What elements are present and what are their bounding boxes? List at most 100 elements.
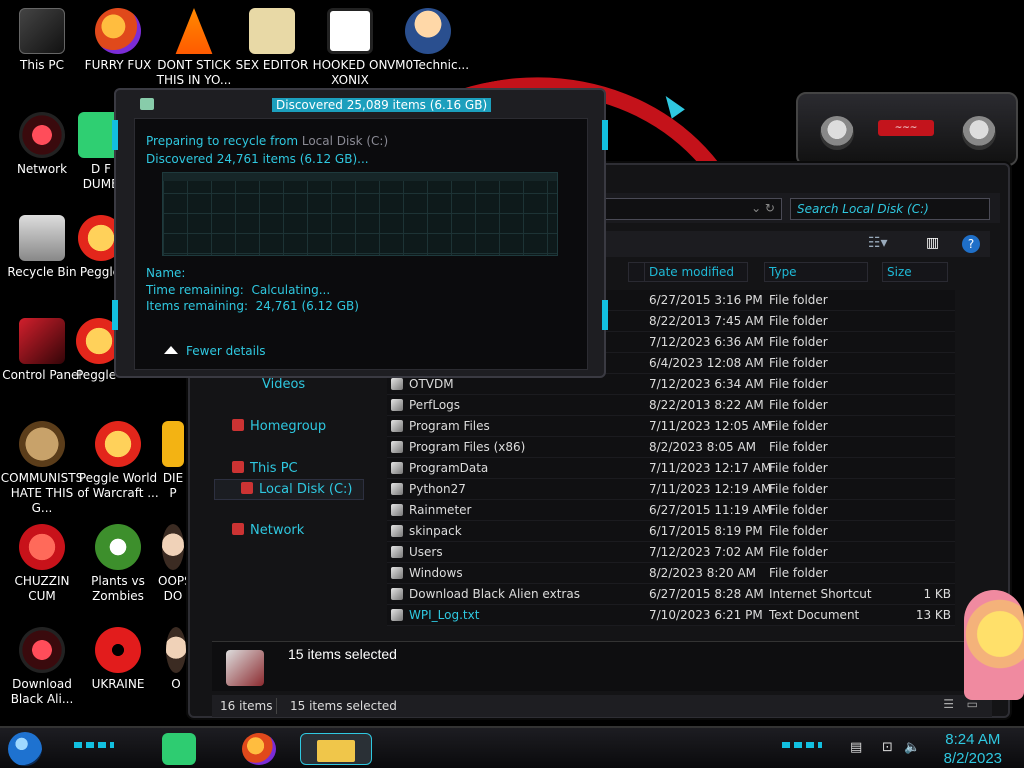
desktop-icon-label: VM0Technic... <box>386 58 470 72</box>
file-date: 7/11/2023 12:19 AM <box>649 482 772 496</box>
file-type: File folder <box>769 398 828 412</box>
desktop-icon-furry-fux[interactable]: FURRY FUX <box>76 8 160 73</box>
file-name: Windows <box>409 566 463 580</box>
table-row[interactable]: Program Files (x86) 8/2/2023 8:05 AM File … <box>387 437 955 458</box>
file-date: 8/2/2023 8:20 AM <box>649 566 757 580</box>
file-icon <box>391 588 403 600</box>
desktop-icon-network[interactable]: Network <box>0 112 84 177</box>
file-type: File folder <box>769 566 828 580</box>
desktop: This PC FURRY FUX DONT STICK THIS IN YO.… <box>0 0 1024 768</box>
file-date: 6/27/2015 3:16 PM <box>649 293 763 307</box>
table-row[interactable]: Users 7/12/2023 7:02 AM File folder <box>387 542 955 563</box>
column-header-date[interactable]: Date modified <box>644 262 748 282</box>
desktop-icon-label: Control Panel <box>2 368 82 382</box>
file-date: 8/22/2013 7:45 AM <box>649 314 764 328</box>
preparing-source: Local Disk (C:) <box>301 134 389 148</box>
column-header-size[interactable]: Size <box>882 262 948 282</box>
desktop-icon-label: DONT STICK THIS IN YO... <box>156 58 232 87</box>
start-button[interactable] <box>8 732 42 766</box>
desktop-icon-oops[interactable]: OOPS DO <box>158 524 192 604</box>
address-bar[interactable]: ⌄ ↻ <box>600 198 782 220</box>
drive-icon <box>241 482 253 494</box>
file-icon <box>391 420 403 432</box>
search-input[interactable]: Search Local Disk (C:) <box>790 198 990 220</box>
taskbar-firefox-icon[interactable] <box>242 733 276 765</box>
taskbar-notes-app-icon[interactable] <box>162 733 196 765</box>
nav-item-videos[interactable]: Videos <box>262 377 305 392</box>
nav-item-network[interactable]: Network <box>232 523 304 538</box>
file-name: ProgramData <box>409 461 489 475</box>
file-name: Download Black Alien extras <box>409 587 580 601</box>
firefox-icon <box>95 8 141 54</box>
preparing-line: Preparing to recycle from Local Disk (C:… <box>146 134 388 148</box>
table-row[interactable]: ProgramData 7/11/2023 12:17 AM File folder <box>387 458 955 479</box>
time-remaining-value: Calculating... <box>251 283 331 297</box>
table-row[interactable]: skinpack 6/17/2015 8:19 PM File folder <box>387 521 955 542</box>
volume-icon[interactable]: 🔈 <box>904 740 920 755</box>
frame-accent <box>602 300 608 330</box>
file-type: File folder <box>769 503 828 517</box>
desktop-icon-communists[interactable]: COMMUNISTS HATE THIS G... <box>0 421 84 516</box>
details-view-icon[interactable]: ☰ <box>943 697 954 711</box>
table-row[interactable]: WPI_Log.txt 7/10/2023 6:21 PM Text Documen… <box>387 605 955 626</box>
alien-logo: ~~~ <box>878 120 934 136</box>
desktop-icon-this-pc[interactable]: This PC <box>0 8 84 73</box>
time-remaining-line: Time remaining: Calculating... <box>146 283 330 297</box>
system-clock[interactable]: 8:24 AM 8/2/2023 <box>944 730 1002 768</box>
desktop-icon-xonix[interactable]: HOOKED ON XONIX <box>308 8 392 88</box>
desktop-icon-peggle-wow[interactable]: Peggle World of Warcraft ... <box>76 421 160 501</box>
items-remaining-value: 24,761 (6.12 GB) <box>255 299 359 313</box>
desktop-icon-label: HOOKED ON XONIX <box>312 58 388 87</box>
nav-label: Local Disk (C:) <box>259 482 353 497</box>
view-options-icon[interactable]: ☷▾ <box>868 235 888 251</box>
status-divider <box>276 698 277 714</box>
desktop-icon-die[interactable]: DIE P <box>158 421 188 501</box>
file-date: 6/17/2015 8:19 PM <box>649 524 763 538</box>
table-row[interactable]: Rainmeter 6/27/2015 11:19 AM File folder <box>387 500 955 521</box>
table-row[interactable]: Windows 8/2/2023 8:20 AM File folder <box>387 563 955 584</box>
plants-icon <box>95 524 141 570</box>
network-tray-icon[interactable]: ⊡ <box>882 740 893 755</box>
hxd-icon <box>249 8 295 54</box>
file-date: 6/27/2015 11:19 AM <box>649 503 772 517</box>
pc-icon <box>19 8 65 54</box>
desktop-icon-recycle-bin[interactable]: Recycle Bin <box>0 215 84 280</box>
desktop-icon-vm0technic[interactable]: VM0Technic... <box>386 8 470 73</box>
nav-item-local-disk[interactable]: Local Disk (C:) <box>214 479 364 500</box>
desktop-icon-chuzzin[interactable]: CHUZZIN CUM <box>0 524 84 604</box>
file-type: File folder <box>769 440 828 454</box>
nav-label: Network <box>250 523 305 538</box>
file-date: 7/11/2023 12:05 AM <box>649 419 772 433</box>
taskbar-file-explorer-icon[interactable] <box>300 733 372 765</box>
help-icon[interactable]: ? <box>962 235 980 253</box>
preview-pane-icon[interactable]: ▥ <box>926 235 939 251</box>
refresh-icon[interactable]: ⌄ ↻ <box>751 201 775 215</box>
desktop-icon-pvz[interactable]: Plants vs Zombies <box>76 524 160 604</box>
nav-item-this-pc[interactable]: This PC <box>232 461 298 476</box>
control-panel-icon <box>19 318 65 364</box>
table-row[interactable]: Program Files 7/11/2023 12:05 AM File fold… <box>387 416 955 437</box>
column-header-type[interactable]: Type <box>764 262 868 282</box>
desktop-icon-o[interactable]: O <box>162 627 190 692</box>
time-remaining-label: Time remaining: <box>146 283 244 297</box>
nav-item-homegroup[interactable]: Homegroup <box>232 419 326 434</box>
desktop-icon-dont-stick[interactable]: DONT STICK THIS IN YO... <box>152 8 236 88</box>
star-butterfly-sticker <box>964 590 1024 700</box>
file-date: 7/11/2023 12:17 AM <box>649 461 772 475</box>
table-row[interactable]: Python27 7/11/2023 12:19 AM File folder <box>387 479 955 500</box>
file-icon <box>391 609 403 621</box>
desktop-icon-download-black-alien[interactable]: Download Black Ali... <box>0 627 84 707</box>
frame-accent <box>112 120 118 150</box>
fewer-details-button[interactable]: Fewer details <box>164 344 266 358</box>
table-row[interactable]: PerfLogs 8/22/2013 8:22 AM File folder <box>387 395 955 416</box>
desktop-icon-ukraine[interactable]: UKRAINE <box>76 627 160 692</box>
desktop-icon-control-panel[interactable]: Control Panel <box>0 318 84 383</box>
table-row[interactable]: Download Black Alien extras 6/27/2015 8:2… <box>387 584 955 605</box>
items-remaining-label: Items remaining: <box>146 299 249 313</box>
taskbar: ▤ ⊡ 🔈 8:24 AM 8/2/2023 <box>0 726 1024 768</box>
nav-label: Homegroup <box>250 419 327 434</box>
show-hidden-icons-icon[interactable]: ▤ <box>850 740 862 755</box>
desktop-icon-sex-editor[interactable]: SEX EDITOR <box>230 8 314 73</box>
file-name: Program Files <box>409 419 490 433</box>
name-line: Name: <box>146 266 186 280</box>
